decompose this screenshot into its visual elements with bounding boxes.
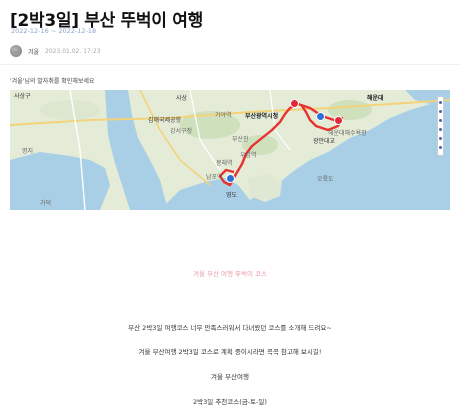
map-label: 오륙도 [317, 176, 334, 183]
content-paragraph: 겨울 부산여행 2박3일 코스로 계획 중이시라면 꼭꼭 참고해 보시길! [138, 348, 322, 356]
map-label: 부산광역시청 [245, 113, 279, 120]
map-marker[interactable] [290, 99, 299, 108]
map-marker[interactable] [316, 112, 325, 121]
route-map[interactable]: 사상구 사상 김해국제공항 강서구청 부산광역시청 가야역 우암역 부산진 광안… [10, 90, 450, 210]
content-paragraph: 겨울 부산여행 [211, 373, 249, 381]
map-label: 명지 [22, 148, 34, 155]
zoom-control[interactable] [437, 96, 444, 156]
map-label: 우암역 [240, 152, 257, 159]
avatar[interactable] [10, 45, 22, 57]
map-label: 광안대교 [313, 138, 336, 145]
map-label: 해운대 [367, 95, 384, 102]
trip-period: 2022-12-16 ~ 2022-12-18 [11, 27, 97, 35]
map-marker[interactable] [334, 116, 343, 125]
map-label: 영도 [226, 192, 238, 199]
map-label: 사상구 [14, 93, 31, 100]
map-label: 강서구청 [170, 128, 193, 135]
author-info: 겨울 2023.01.02. 17:23 [10, 45, 101, 57]
post-date: 2023.01.02. 17:23 [45, 47, 101, 55]
map-label: 남포역 [206, 174, 223, 181]
map-label: 가덕 [40, 200, 52, 207]
map-label: 김해국제공항 [148, 117, 182, 124]
map-label: 부산진 [232, 136, 249, 143]
map-label: 가야역 [215, 112, 232, 119]
divider [0, 64, 460, 65]
map-marker[interactable] [226, 174, 235, 183]
map-label: 봉래역 [216, 160, 233, 167]
author-name[interactable]: 겨울 [28, 47, 39, 56]
content-paragraph: 부산 2박3일 여행코스 너무 만족스러워서 다녀왔던 코스를 소개해 드려요~ [128, 324, 332, 332]
map-label: 사상 [176, 95, 188, 102]
content-subtitle: 겨울 부산 여행 뚜벅이 코스 [192, 270, 268, 278]
content-paragraph: 2박3일 추천코스(금-토-일) [193, 398, 267, 406]
map-label: 해운대해수욕장 [328, 130, 367, 137]
route-note: '겨울'님의 발자취를 확인해보세요 [10, 78, 95, 85]
